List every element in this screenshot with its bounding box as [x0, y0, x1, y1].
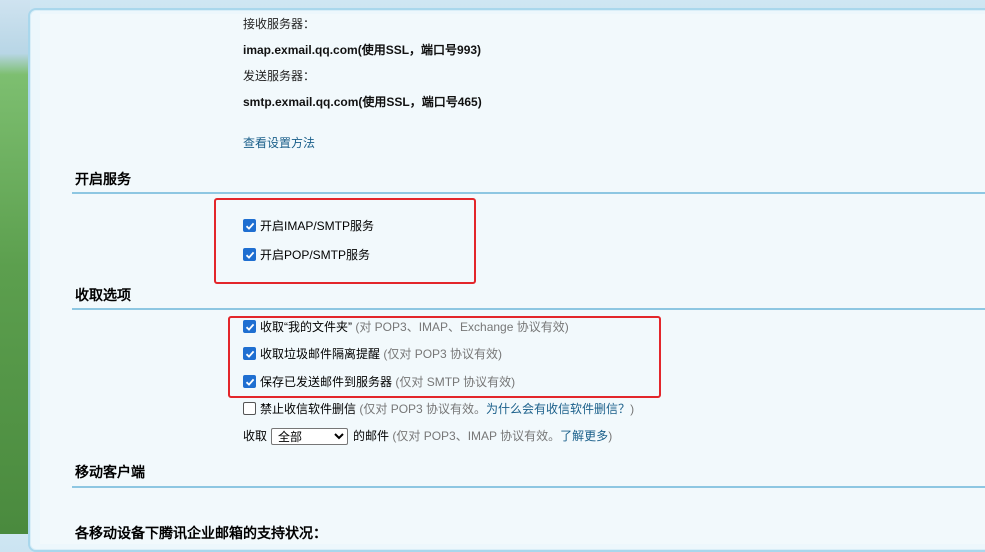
my-folders-note: (对 POP3、IMAP、Exchange 协议有效) — [355, 320, 569, 334]
smtp-server-label: 发送服务器： — [243, 69, 316, 83]
imap-smtp-label[interactable]: 开启IMAP/SMTP服务 — [260, 218, 374, 234]
fetch-note-end: ) — [608, 429, 613, 443]
checkmark-icon — [245, 251, 254, 259]
save-sent-option[interactable]: 保存已发送邮件到服务器 (仅对 SMTP 协议有效) — [260, 374, 515, 390]
pop-smtp-checkbox[interactable] — [243, 248, 256, 261]
settings-content — [40, 14, 985, 544]
fetch-prefix: 收取 — [243, 429, 268, 443]
fetch-suffix: 的邮件 — [353, 429, 390, 443]
my-folders-checkbox[interactable] — [243, 320, 256, 333]
why-delete-link[interactable]: 为什么会有收信软件删信？ — [486, 402, 630, 416]
save-sent-checkbox[interactable] — [243, 375, 256, 388]
checkmark-icon — [245, 378, 254, 386]
checkmark-icon — [245, 222, 254, 230]
receive-divider — [72, 308, 985, 310]
my-folders-label: 收取“我的文件夹” — [260, 320, 352, 334]
pop-smtp-label[interactable]: 开启POP/SMTP服务 — [260, 247, 370, 263]
no-delete-checkbox[interactable] — [243, 402, 256, 415]
desktop-background — [0, 0, 30, 534]
fetch-range-select[interactable]: 全部 — [271, 428, 348, 445]
mobile-section-title: 移动客户端 — [75, 464, 145, 480]
checkmark-icon — [245, 323, 254, 331]
spam-alert-note: (仅对 POP3 协议有效) — [383, 347, 503, 361]
services-highlight-box — [214, 198, 476, 284]
fetch-suffix-line: 的邮件 (仅对 POP3、IMAP 协议有效。了解更多) — [353, 428, 612, 444]
mobile-divider — [72, 486, 985, 488]
learn-more-link[interactable]: 了解更多 — [560, 429, 608, 443]
smtp-server-value: smtp.exmail.qq.com(使用SSL，端口号465) — [243, 95, 482, 109]
spam-alert-checkbox[interactable] — [243, 347, 256, 360]
no-delete-note-end: ) — [630, 402, 635, 416]
mobile-support-heading: 各移动设备下腾讯企业邮箱的支持状况： — [75, 525, 327, 541]
services-divider — [72, 192, 985, 194]
no-delete-option[interactable]: 禁止收信软件删信 (仅对 POP3 协议有效。为什么会有收信软件删信？) — [260, 401, 634, 417]
spam-alert-label: 收取垃圾邮件隔离提醒 — [260, 347, 381, 361]
no-delete-label: 禁止收信软件删信 — [260, 402, 357, 416]
setup-guide-link[interactable]: 查看设置方法 — [243, 135, 315, 151]
spam-alert-option[interactable]: 收取垃圾邮件隔离提醒 (仅对 POP3 协议有效) — [260, 346, 502, 362]
receive-section-title: 收取选项 — [75, 287, 131, 303]
my-folders-option[interactable]: 收取“我的文件夹” (对 POP3、IMAP、Exchange 协议有效) — [260, 319, 569, 335]
services-section-title: 开启服务 — [75, 171, 131, 187]
no-delete-note: (仅对 POP3 协议有效。 — [359, 402, 487, 416]
imap-server-value: imap.exmail.qq.com(使用SSL，端口号993) — [243, 43, 482, 57]
imap-server-label: 接收服务器： — [243, 17, 316, 31]
save-sent-note: (仅对 SMTP 协议有效) — [395, 375, 516, 389]
imap-smtp-checkbox[interactable] — [243, 219, 256, 232]
fetch-note: (仅对 POP3、IMAP 协议有效。 — [392, 429, 561, 443]
save-sent-label: 保存已发送邮件到服务器 — [260, 375, 393, 389]
checkmark-icon — [245, 350, 254, 358]
